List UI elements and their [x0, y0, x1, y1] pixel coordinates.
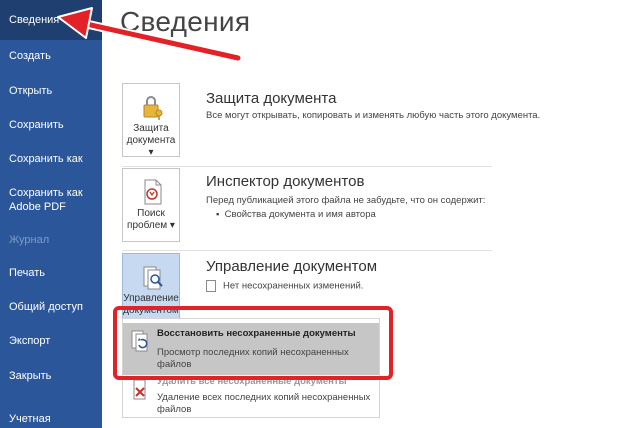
sidebar-item-label: Открыть — [9, 85, 53, 97]
divider — [122, 166, 492, 167]
sidebar-item-label: Создать — [9, 50, 51, 62]
sidebar-item-info[interactable]: Сведения — [0, 0, 102, 40]
inspect-document-title: Инспектор документов — [206, 173, 365, 190]
sidebar-item-save[interactable]: Сохранить — [0, 118, 102, 132]
protect-document-title: Защита документа — [206, 90, 337, 107]
inspect-document-desc: Перед публикацией этого файла не забудьт… — [206, 195, 486, 206]
page-title: Сведения — [120, 6, 251, 37]
sidebar-item-label: Сведения — [9, 14, 60, 26]
button-label-line: Управление — [123, 293, 179, 304]
sidebar-item-label: Печать — [9, 267, 46, 279]
button-label-line: проблем ▾ — [127, 220, 175, 231]
bullet-icon: ▪ — [216, 209, 225, 220]
inspect-bullet-text: Свойства документа и имя автора — [224, 209, 376, 220]
inspect-bullet: ▪ Свойства документа и имя автора — [216, 209, 376, 220]
sidebar-item-print[interactable]: Печать — [0, 266, 102, 280]
sidebar-item-close[interactable]: Закрыть — [0, 369, 102, 383]
recover-unsaved-desc: Просмотр последних копий несохраненных ф… — [157, 347, 349, 370]
lock-key-icon — [143, 96, 163, 120]
protect-document-desc: Все могут открывать, копировать и изменя… — [206, 110, 541, 121]
protect-document-label: Защита документа ▾ — [123, 123, 179, 159]
check-for-issues-button[interactable]: Поиск проблем ▾ — [122, 168, 180, 242]
sidebar-item-share[interactable]: Общий доступ — [0, 300, 102, 314]
divider — [122, 250, 492, 251]
button-label-line: Защита — [133, 123, 169, 134]
sidebar-item-label: Журнал — [9, 234, 50, 246]
document-small-icon — [206, 280, 216, 292]
sidebar-item-save-as[interactable]: Сохранить как — [0, 152, 102, 166]
sidebar-item-save-as-pdf[interactable]: Сохранить как Adobe PDF — [0, 186, 102, 214]
button-label-line: документом — [123, 305, 179, 316]
delete-unsaved-documents-item[interactable]: Удалить все несохраненные документы Удал… — [123, 376, 379, 419]
sidebar-item-label: Adobe PDF — [9, 201, 66, 213]
sidebar-item-account[interactable]: Учетная — [0, 412, 102, 426]
manage-document-icon — [143, 266, 163, 290]
sidebar-item-open[interactable]: Открыть — [0, 84, 102, 98]
sidebar-item-label: Учетная — [9, 413, 51, 425]
sidebar-item-label: Закрыть — [9, 370, 52, 382]
recover-unsaved-title: Восстановить несохраненные документы — [157, 328, 356, 339]
delete-unsaved-title: Удалить все несохраненные документы — [157, 376, 347, 387]
recover-unsaved-documents-item[interactable]: Восстановить несохраненные документы Про… — [123, 323, 379, 375]
manage-document-dropdown: Восстановить несохраненные документы Про… — [122, 318, 380, 418]
sidebar-item-label: Сохранить как — [9, 187, 83, 199]
sidebar-item-export[interactable]: Экспорт — [0, 334, 102, 348]
sidebar-item-history: Журнал — [0, 233, 102, 247]
protect-document-button[interactable]: Защита документа ▾ — [122, 83, 180, 159]
button-label-line: документа ▾ — [126, 135, 176, 158]
delete-unsaved-desc: Удаление всех последних копий несохранен… — [157, 392, 371, 415]
manage-document-label: Управление документом — [123, 293, 179, 317]
sidebar: Сведения Создать Открыть Сохранить Сохра… — [0, 0, 102, 428]
delete-document-icon — [133, 379, 146, 400]
manage-document-button[interactable]: Управление документом — [122, 253, 180, 327]
inspect-document-icon — [144, 179, 162, 205]
manage-document-title: Управление документом — [206, 258, 378, 275]
sidebar-item-label: Сохранить как — [9, 153, 83, 165]
sidebar-item-label: Экспорт — [9, 335, 51, 347]
sidebar-item-label: Сохранить — [9, 119, 64, 131]
manage-document-status: Нет несохраненных изменений. — [206, 280, 363, 292]
sidebar-item-new[interactable]: Создать — [0, 49, 102, 63]
button-label-line: Поиск — [137, 208, 165, 219]
manage-document-desc: Нет несохраненных изменений. — [223, 280, 364, 292]
recover-document-icon — [131, 330, 148, 352]
check-for-issues-label: Поиск проблем ▾ — [123, 208, 179, 232]
main-content: Сведения Защита документа ▾ Защита докум… — [102, 0, 620, 428]
sidebar-item-label: Общий доступ — [9, 301, 83, 313]
